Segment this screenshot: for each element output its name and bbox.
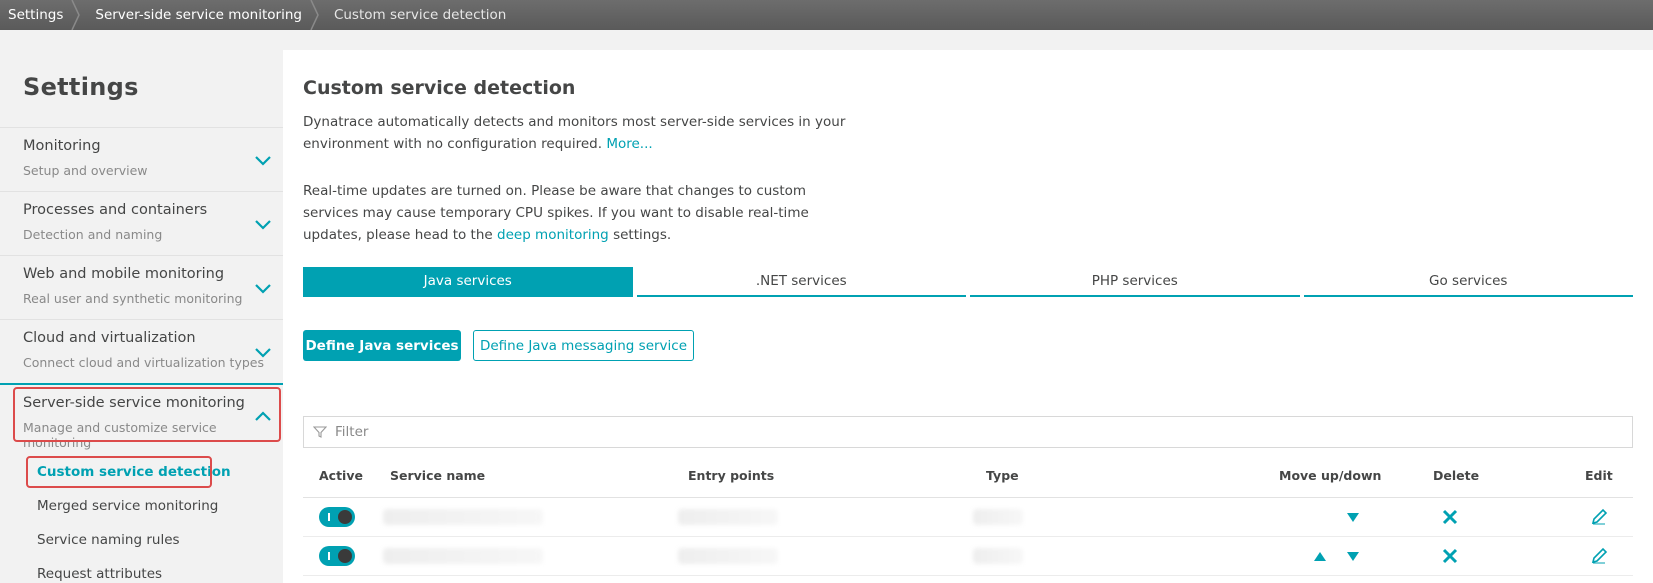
column-entry-points[interactable]: Entry points xyxy=(688,468,774,483)
sidebar-item-subtitle: Real user and synthetic monitoring xyxy=(23,291,243,306)
chevron-down-icon[interactable] xyxy=(253,278,273,298)
filter-input[interactable] xyxy=(335,424,1615,440)
edit-pencil-icon[interactable] xyxy=(1589,546,1609,566)
column-delete: Delete xyxy=(1433,468,1480,483)
sidebar-subitem-request-attributes[interactable]: Request attributes xyxy=(37,566,162,582)
highlight-box xyxy=(13,387,281,442)
active-toggle[interactable] xyxy=(319,507,355,527)
tab-java-services[interactable]: Java services xyxy=(303,267,633,297)
breadcrumb-settings[interactable]: Settings xyxy=(0,0,77,30)
sidebar-item-title: Web and mobile monitoring xyxy=(23,266,225,282)
filter-bar xyxy=(303,416,1633,448)
chevron-down-icon[interactable] xyxy=(253,150,273,170)
sidebar-subitem-merged-service-monitoring[interactable]: Merged service monitoring xyxy=(37,498,218,514)
blurred-service-name xyxy=(383,548,543,564)
blurred-entry-points xyxy=(678,548,778,564)
breadcrumb-custom-service-detection: Custom service detection xyxy=(333,7,507,23)
sidebar-item-cloud-and-virtualization[interactable]: Cloud and virtualization Connect cloud a… xyxy=(0,319,283,383)
define-java-services-button[interactable]: Define Java services xyxy=(303,330,461,361)
move-up-icon[interactable] xyxy=(1310,546,1330,566)
sidebar-item-web-and-mobile-monitoring[interactable]: Web and mobile monitoring Real user and … xyxy=(0,255,283,319)
settings-sidebar: Settings Monitoring Setup and overview P… xyxy=(0,50,283,583)
blurred-type xyxy=(973,509,1023,525)
intro-body: Dynatrace automatically detects and moni… xyxy=(303,114,846,152)
more-link[interactable]: More... xyxy=(606,136,652,152)
tab-net-services[interactable]: .NET services xyxy=(636,267,966,297)
realtime-suffix: settings. xyxy=(613,227,672,243)
column-active: Active xyxy=(319,468,363,483)
delete-icon[interactable] xyxy=(1440,507,1460,527)
table-row xyxy=(303,538,1633,576)
sidebar-item-monitoring[interactable]: Monitoring Setup and overview xyxy=(0,127,283,191)
chevron-down-icon[interactable] xyxy=(253,342,273,362)
sidebar-item-processes-and-containers[interactable]: Processes and containers Detection and n… xyxy=(0,191,283,255)
table-row xyxy=(303,499,1633,537)
column-edit: Edit xyxy=(1585,468,1613,483)
move-down-icon[interactable] xyxy=(1343,546,1363,566)
page-title: Custom service detection xyxy=(303,77,576,99)
breadcrumb: Settings Server-side service monitoring … xyxy=(0,0,1653,30)
table-header-divider xyxy=(303,497,1633,498)
sidebar-item-title: Cloud and virtualization xyxy=(23,330,196,346)
breadcrumb-server-side-service-monitoring[interactable]: Server-side service monitoring xyxy=(77,0,316,30)
column-service-name[interactable]: Service name xyxy=(390,468,485,483)
sidebar-item-title: Processes and containers xyxy=(23,202,208,218)
highlight-box xyxy=(26,456,212,488)
chevron-down-icon[interactable] xyxy=(253,214,273,234)
move-down-icon[interactable] xyxy=(1343,507,1363,527)
delete-icon[interactable] xyxy=(1440,546,1460,566)
intro-text: Dynatrace automatically detects and moni… xyxy=(303,111,883,155)
sidebar-item-title: Monitoring xyxy=(23,138,101,154)
realtime-text: Real-time updates are turned on. Please … xyxy=(303,180,863,246)
sidebar-item-subtitle: Connect cloud and virtualization types xyxy=(23,355,264,370)
column-type[interactable]: Type xyxy=(986,468,1019,483)
filter-icon xyxy=(313,426,327,438)
sidebar-subitem-service-naming-rules[interactable]: Service naming rules xyxy=(37,532,180,548)
column-move: Move up/down xyxy=(1279,468,1382,483)
deep-monitoring-link[interactable]: deep monitoring xyxy=(497,227,609,243)
tab-go-services[interactable]: Go services xyxy=(1303,267,1633,297)
blurred-entry-points xyxy=(678,509,778,525)
blurred-type xyxy=(973,548,1023,564)
service-type-tabs: Java services .NET services PHP services… xyxy=(303,267,1633,297)
tab-php-services[interactable]: PHP services xyxy=(970,267,1300,297)
sidebar-item-subtitle: Detection and naming xyxy=(23,227,163,242)
main-panel: Custom service detection Dynatrace autom… xyxy=(283,50,1653,583)
sidebar-item-subtitle: Setup and overview xyxy=(23,163,148,178)
define-java-messaging-service-button[interactable]: Define Java messaging service xyxy=(473,330,694,361)
active-toggle[interactable] xyxy=(319,546,355,566)
sidebar-title: Settings xyxy=(23,73,139,101)
blurred-service-name xyxy=(383,509,543,525)
edit-pencil-icon[interactable] xyxy=(1589,507,1609,527)
